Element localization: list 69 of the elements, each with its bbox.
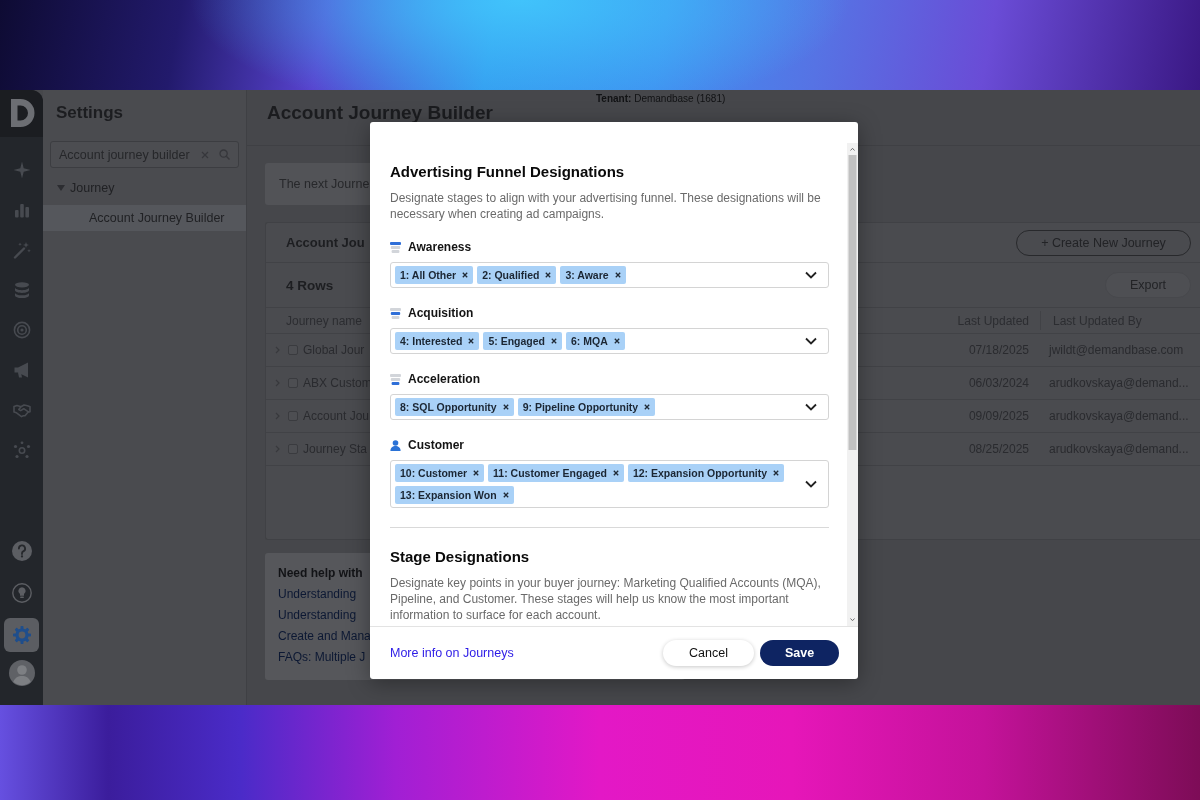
tag-label: 2: Qualified: [482, 269, 540, 281]
funnel-icon: [390, 373, 401, 385]
stage-label: Customer: [408, 438, 464, 452]
scrollbar[interactable]: [847, 143, 858, 626]
remove-icon[interactable]: [551, 338, 558, 344]
section-description: Designate key points in your buyer journey: Marketing Qualified Accounts (MQA), Pipeline, and Customer. These stages will help us know the most important information to surface for each account.: [390, 575, 822, 623]
wand-icon: [12, 241, 31, 259]
settings-icon: [11, 625, 32, 645]
remove-icon[interactable]: [502, 404, 509, 410]
section-description: Designate stages to align with your advertising funnel. These designations will be necessary when creating ad campaigns.: [390, 190, 822, 222]
stage-label: Awareness: [408, 240, 472, 254]
help-link[interactable]: Understanding: [278, 605, 357, 626]
megaphone-icon: [12, 361, 31, 379]
tag-label: 10: Customer: [400, 467, 468, 479]
tag-label: 11: Customer Engaged: [493, 467, 607, 479]
remove-icon[interactable]: [613, 338, 620, 344]
chevron-down-icon[interactable]: [805, 337, 817, 345]
funnel-icon: [390, 241, 401, 253]
more-info-link[interactable]: More info on Journeys: [390, 646, 514, 660]
help-title: Need help with: [278, 565, 363, 581]
avatar-icon[interactable]: [8, 660, 35, 686]
tag-label: 13: Expansion Won: [400, 489, 497, 501]
question-icon: [11, 541, 32, 561]
tag-label: 9: Pipeline Opportunity: [522, 401, 639, 413]
person-icon: [390, 439, 401, 451]
logo-icon[interactable]: [0, 90, 43, 137]
chevron-down-icon[interactable]: [805, 480, 817, 488]
tag-label: 8: SQL Opportunity: [400, 401, 497, 413]
stage-label: Acceleration: [408, 372, 481, 386]
save-button[interactable]: Save: [760, 640, 839, 666]
multi-select-field[interactable]: 8: SQL Opportunity 9: Pipeline Opportunity: [390, 394, 829, 420]
nodes-icon: [12, 441, 31, 459]
help-link[interactable]: FAQs: Multiple J: [278, 647, 366, 668]
section-title: Advertising Funnel Designations: [390, 162, 626, 182]
chevron-down-icon[interactable]: [805, 271, 817, 279]
stage-label: Acquisition: [408, 306, 474, 320]
section-title: Stage Designations: [390, 547, 531, 567]
cancel-button[interactable]: Cancel: [663, 640, 754, 666]
tag-label: 12: Expansion Opportunity: [632, 467, 768, 479]
database-icon: [12, 281, 31, 299]
bulb-icon: [11, 583, 32, 603]
remove-icon[interactable]: [545, 272, 552, 278]
tag-label: 6: MQA: [571, 335, 608, 347]
multi-select-field[interactable]: 4: Interested 5: Engaged 6: MQA: [390, 328, 829, 354]
help-link[interactable]: Understanding: [278, 584, 357, 605]
remove-icon[interactable]: [612, 470, 619, 476]
remove-icon[interactable]: [473, 470, 480, 476]
tag-label: 1: All Other: [400, 269, 457, 281]
tree-item[interactable]: Account Journey Builder: [43, 205, 246, 231]
chevron-down-icon[interactable]: [805, 403, 817, 411]
remove-icon[interactable]: [614, 272, 621, 278]
remove-icon[interactable]: [462, 272, 469, 278]
multi-select-field[interactable]: 1: All Other 2: Qualified 3: Aware: [390, 262, 829, 288]
remove-icon[interactable]: [502, 492, 509, 498]
target-icon: [12, 321, 31, 339]
funnel-icon: [390, 307, 401, 319]
handshake-icon: [12, 401, 31, 419]
sparkle-icon: [12, 161, 31, 179]
caret-down-icon[interactable]: [57, 185, 65, 191]
remove-icon[interactable]: [773, 470, 780, 476]
tag-label: 4: Interested: [400, 335, 463, 347]
help-link[interactable]: Create and Mana: [278, 626, 371, 647]
bar-chart-icon: [12, 201, 31, 219]
remove-icon[interactable]: [468, 338, 475, 344]
tag-label: 3: Aware: [565, 269, 609, 281]
remove-icon[interactable]: [644, 404, 651, 410]
nav-button[interactable]: [4, 618, 39, 652]
multi-select-field[interactable]: 10: Customer 11: Customer Engaged 12: Expansion Opportunity 13: Expansion Won: [390, 460, 829, 508]
tag-label: 5: Engaged: [488, 335, 546, 347]
